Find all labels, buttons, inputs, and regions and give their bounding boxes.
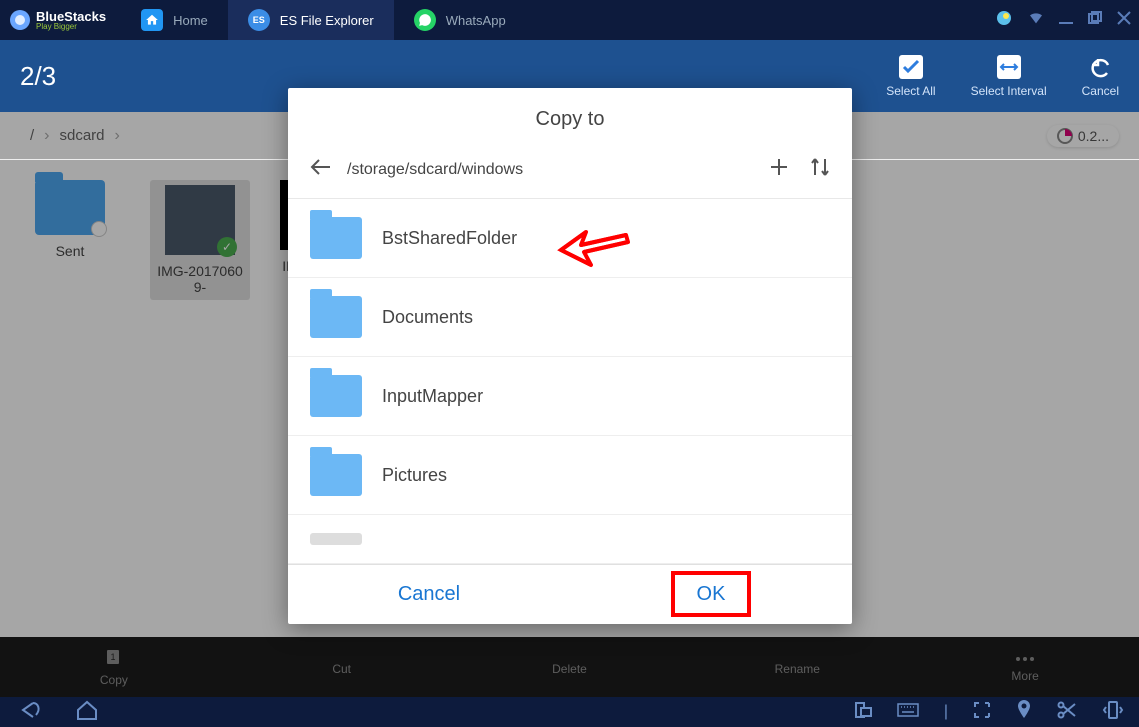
maximize-button[interactable] bbox=[1088, 11, 1102, 30]
button-label: OK bbox=[697, 583, 726, 605]
dialog-ok-button[interactable]: OK bbox=[570, 565, 852, 624]
cancel-button[interactable]: Cancel bbox=[1082, 54, 1119, 98]
keyboard-button[interactable] bbox=[897, 703, 919, 722]
folder-name: Documents bbox=[382, 307, 473, 328]
file-action-bar: 1Copy Cut Delete Rename More bbox=[0, 637, 1139, 697]
home-button[interactable] bbox=[76, 700, 98, 725]
folder-name: Pictures bbox=[382, 465, 447, 486]
window-controls bbox=[995, 9, 1131, 32]
bluestacks-titlebar: BlueStacks Play Bigger Home ES ES File E… bbox=[0, 0, 1139, 40]
current-path: /storage/sdcard/windows bbox=[347, 161, 748, 179]
wifi-icon[interactable] bbox=[1028, 10, 1044, 31]
rotate-button[interactable] bbox=[854, 701, 872, 724]
folder-icon bbox=[310, 533, 362, 545]
interval-icon bbox=[996, 54, 1022, 80]
selection-count: 2/3 bbox=[20, 61, 56, 92]
tab-label: WhatsApp bbox=[446, 13, 506, 28]
button-label: Cancel bbox=[1082, 84, 1119, 98]
back-button[interactable] bbox=[15, 700, 41, 725]
brand-tagline: Play Bigger bbox=[36, 23, 106, 31]
dialog-path-bar: /storage/sdcard/windows bbox=[288, 146, 852, 199]
annotation-arrow bbox=[556, 220, 636, 270]
shake-button[interactable] bbox=[1102, 700, 1124, 725]
button-label: Select Interval bbox=[971, 84, 1047, 98]
folder-name: BstSharedFolder bbox=[382, 228, 517, 249]
es-explorer-icon: ES bbox=[248, 9, 270, 31]
scissors-button[interactable] bbox=[1057, 701, 1077, 724]
tab-label: ES File Explorer bbox=[280, 13, 374, 28]
tab-whatsapp[interactable]: WhatsApp bbox=[394, 0, 526, 40]
undo-icon bbox=[1087, 54, 1113, 80]
folder-item-documents[interactable]: Documents bbox=[288, 278, 852, 357]
folder-name: InputMapper bbox=[382, 386, 483, 407]
select-interval-button[interactable]: Select Interval bbox=[971, 54, 1047, 98]
brand-name: BlueStacks bbox=[36, 10, 106, 23]
folder-icon bbox=[310, 296, 362, 338]
button-label: Select All bbox=[886, 84, 935, 98]
folder-icon bbox=[310, 217, 362, 259]
tab-home[interactable]: Home bbox=[121, 0, 228, 40]
folder-item-partial[interactable] bbox=[288, 515, 852, 564]
divider: | bbox=[944, 703, 948, 721]
dialog-cancel-button[interactable]: Cancel bbox=[288, 565, 570, 624]
android-nav-bar: | bbox=[0, 697, 1139, 727]
folder-icon bbox=[310, 454, 362, 496]
sort-button[interactable] bbox=[810, 156, 830, 183]
check-icon bbox=[898, 54, 924, 80]
app-tabs: Home ES ES File Explorer WhatsApp bbox=[121, 0, 995, 40]
tab-es-file-explorer[interactable]: ES ES File Explorer bbox=[228, 0, 394, 40]
select-all-button[interactable]: Select All bbox=[886, 54, 935, 98]
dialog-buttons: Cancel OK bbox=[288, 564, 852, 624]
whatsapp-icon bbox=[414, 9, 436, 31]
folder-item-inputmapper[interactable]: InputMapper bbox=[288, 357, 852, 436]
home-app-icon bbox=[141, 9, 163, 31]
back-arrow-button[interactable] bbox=[310, 158, 332, 181]
button-label: Cancel bbox=[398, 583, 460, 605]
close-button[interactable] bbox=[1117, 11, 1131, 30]
folder-item-pictures[interactable]: Pictures bbox=[288, 436, 852, 515]
parrot-icon[interactable] bbox=[995, 9, 1013, 32]
tab-label: Home bbox=[173, 13, 208, 28]
folder-icon bbox=[310, 375, 362, 417]
fullscreen-button[interactable] bbox=[973, 701, 991, 724]
location-button[interactable] bbox=[1016, 700, 1032, 725]
bluestacks-logo-icon bbox=[8, 8, 32, 32]
copy-to-dialog: Copy to /storage/sdcard/windows BstShare… bbox=[288, 88, 852, 624]
bluestacks-logo: BlueStacks Play Bigger bbox=[8, 8, 106, 32]
new-folder-button[interactable] bbox=[768, 156, 790, 183]
minimize-button[interactable] bbox=[1059, 11, 1073, 30]
dialog-title: Copy to bbox=[288, 88, 852, 146]
